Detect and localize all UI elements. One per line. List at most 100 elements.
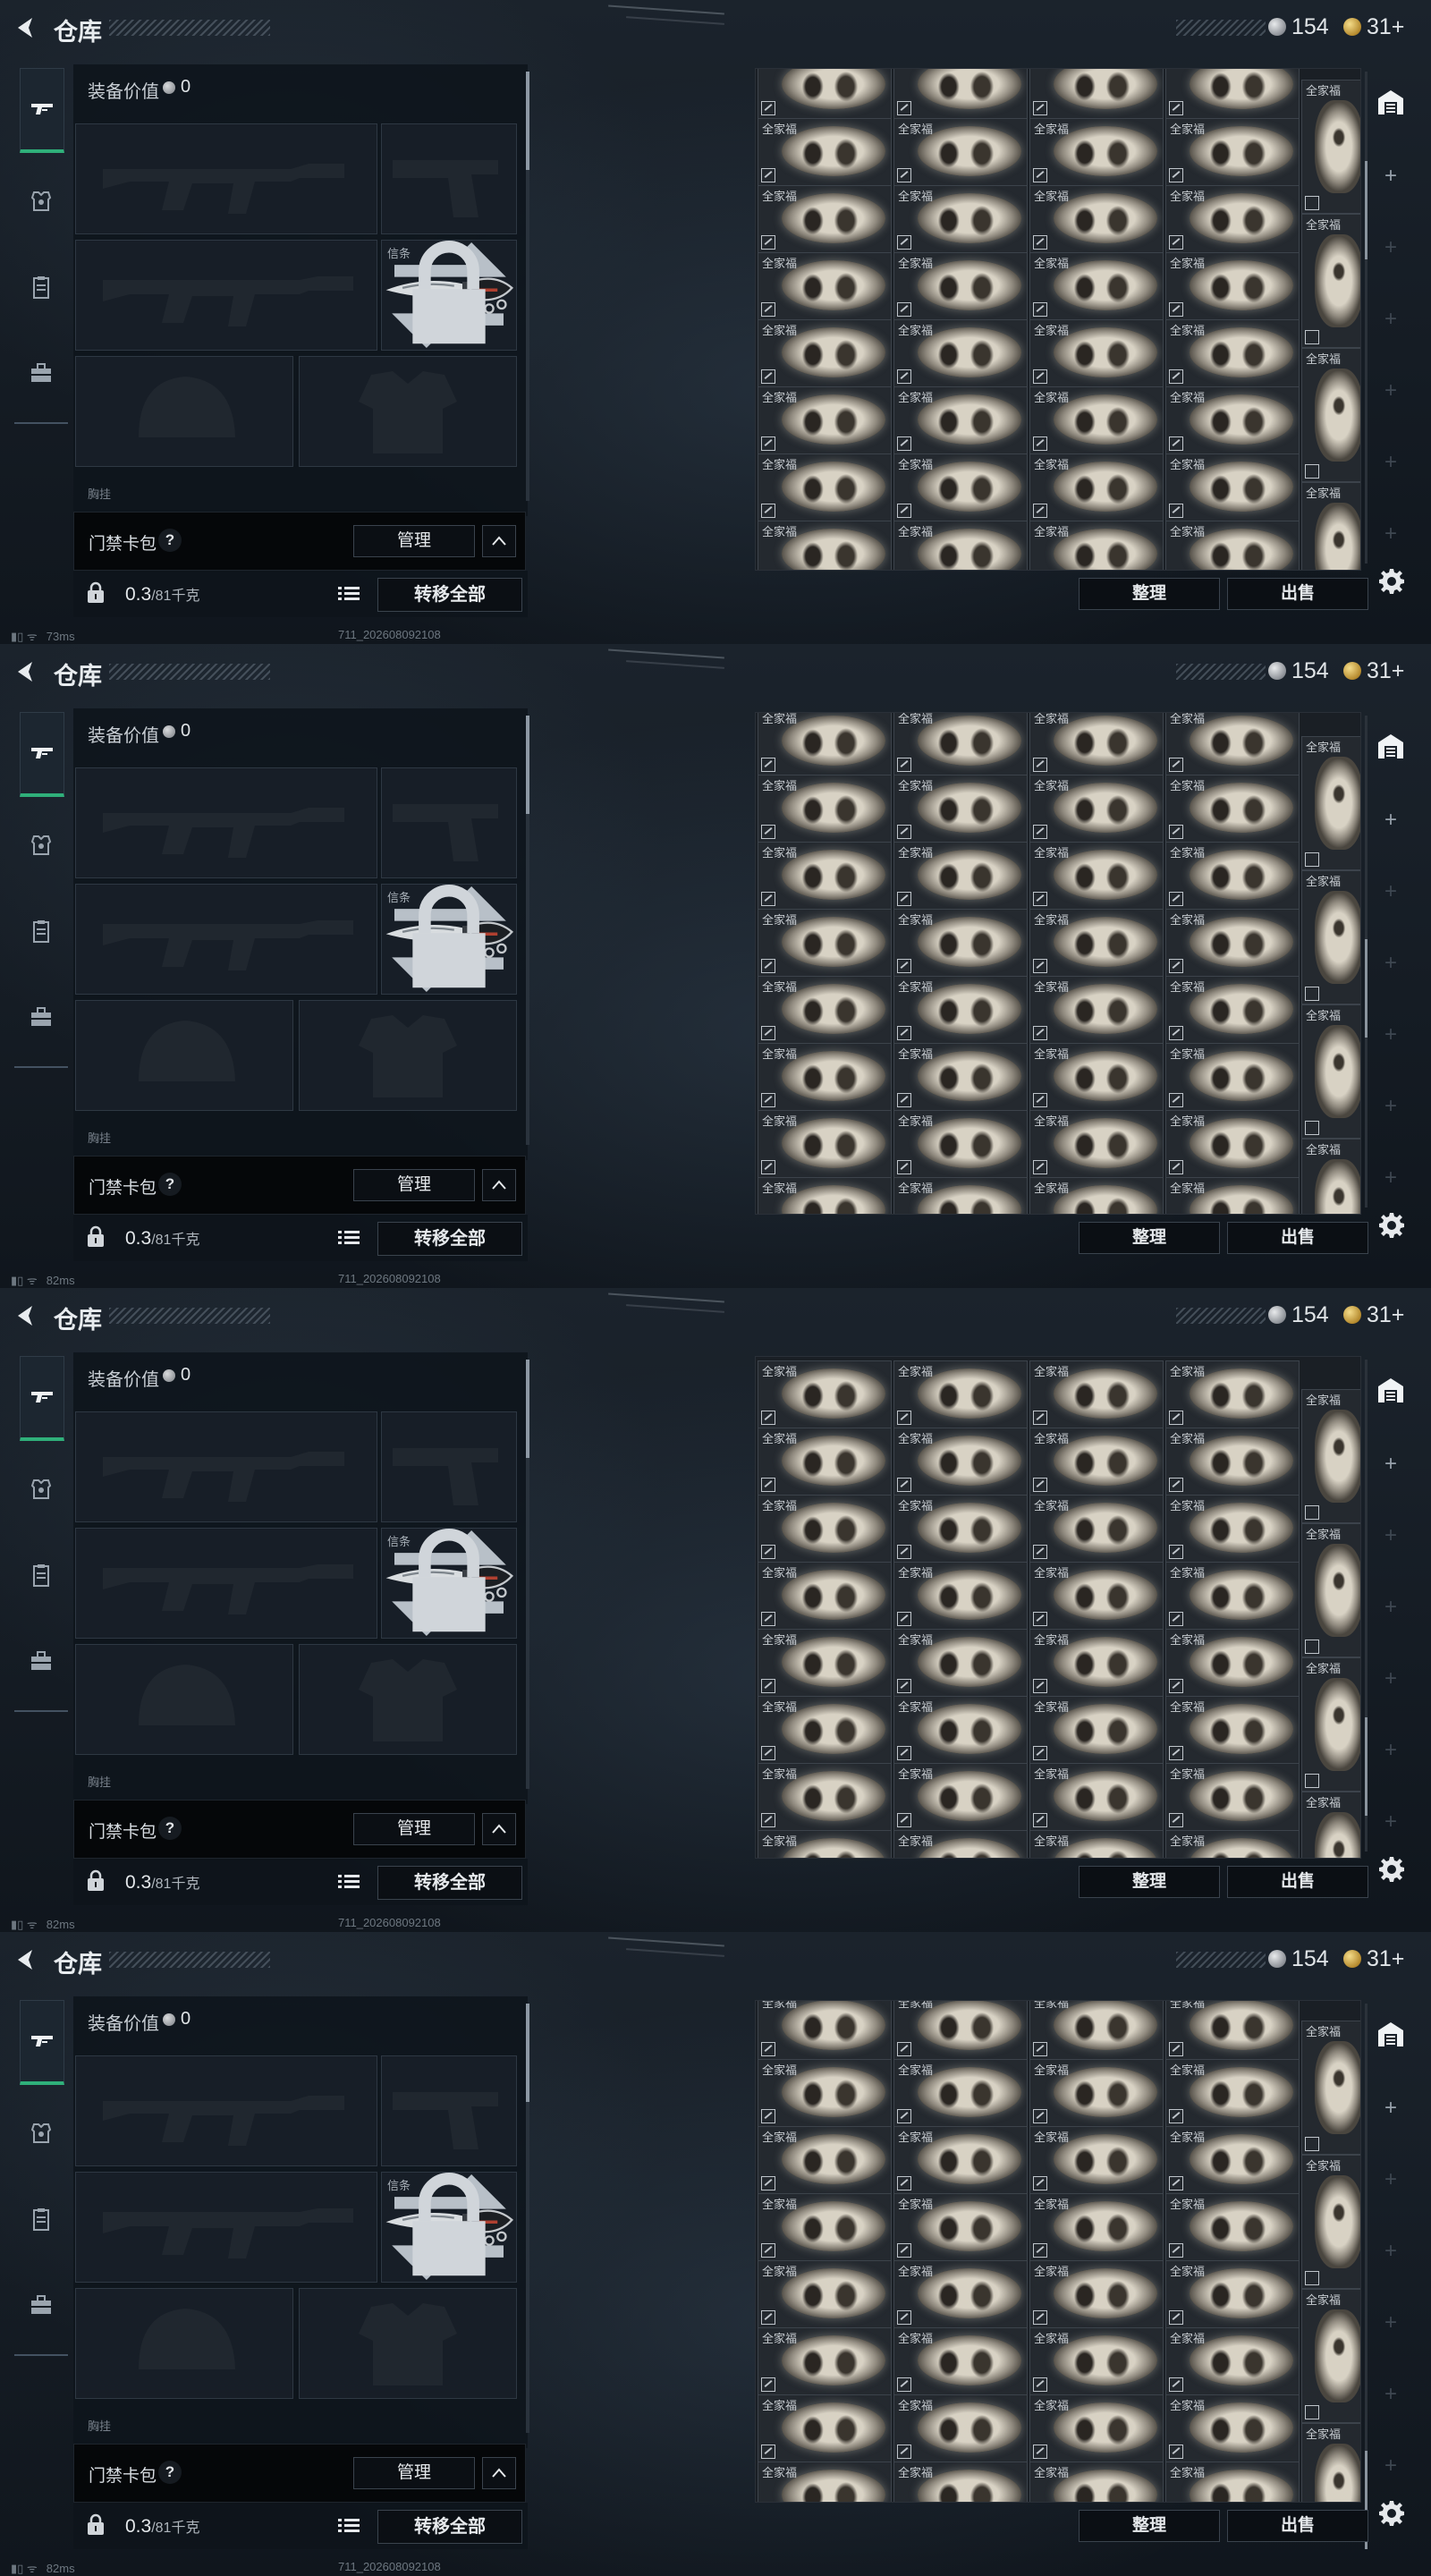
add-stash-icon[interactable]: + xyxy=(1383,881,1399,902)
back-arrow-icon[interactable] xyxy=(13,1946,39,1973)
stash-item-family-photo[interactable]: 全家福 xyxy=(1165,521,1300,570)
gold-currency-amount[interactable]: 31+ xyxy=(1367,658,1404,684)
nav-item-supplies[interactable] xyxy=(20,256,63,318)
gold-currency-amount[interactable]: 31+ xyxy=(1367,14,1404,40)
stash-item-family-photo[interactable]: 全家福 xyxy=(758,1629,892,1697)
add-stash-icon[interactable]: + xyxy=(1383,380,1399,402)
sell-button[interactable]: 出售 xyxy=(1227,1866,1368,1898)
sort-button[interactable]: 整理 xyxy=(1079,578,1220,610)
stash-item-family-photo[interactable]: 全家福 xyxy=(1029,319,1164,387)
stash-item-family-photo[interactable]: 全家福 xyxy=(1029,713,1164,775)
add-stash-icon[interactable]: + xyxy=(1383,1811,1399,1833)
stash-item-family-photo[interactable]: 全家福 xyxy=(1165,252,1300,320)
stash-item-family-photo[interactable]: 全家福 xyxy=(1029,2059,1164,2127)
stash-item-family-photo[interactable]: 全家福 xyxy=(1029,2260,1164,2328)
stash-item-family-photo[interactable]: 全家福 xyxy=(1165,2126,1300,2194)
sell-button[interactable]: 出售 xyxy=(1227,2510,1368,2542)
stash-item-family-photo[interactable]: 全家福 xyxy=(1165,909,1300,977)
stash-item-family-photo[interactable]: 全家福 xyxy=(893,1629,1028,1697)
gold-currency-amount[interactable]: 31+ xyxy=(1367,1302,1404,1328)
stash-item-family-photo[interactable]: 全家福 xyxy=(758,118,892,186)
stash-item-family-photo[interactable]: 全家福 xyxy=(758,252,892,320)
stash-item-family-photo[interactable]: 全家福 xyxy=(893,2193,1028,2261)
secondary-weapon-slot[interactable] xyxy=(75,884,377,995)
stash-item-family-photo[interactable]: 全家福 xyxy=(893,185,1028,253)
stash-item-family-photo[interactable]: 全家福 xyxy=(893,1428,1028,1496)
stash-item-family-photo[interactable]: 全家福 xyxy=(1165,1428,1300,1496)
stash-item-family-photo[interactable]: 全家福 xyxy=(758,185,892,253)
stash-item-family-photo[interactable]: 全家福 xyxy=(758,2462,892,2502)
stash-item-family-photo[interactable]: 全家福 xyxy=(893,118,1028,186)
stash-item-family-photo[interactable]: 全家福 xyxy=(758,521,892,570)
stash-item-family-photo[interactable]: 全家福 xyxy=(1165,2001,1300,2060)
back-arrow-icon[interactable] xyxy=(13,1302,39,1329)
stash-item-family-photo[interactable]: 全家福 xyxy=(1029,2394,1164,2462)
stash-item-family-photo[interactable]: 全家福 xyxy=(1165,1110,1300,1178)
add-stash-icon[interactable]: + xyxy=(1383,1024,1399,1046)
stash-item-family-photo[interactable]: 全家福 xyxy=(1165,386,1300,454)
add-stash-icon[interactable]: + xyxy=(1383,237,1399,258)
list-icon[interactable] xyxy=(338,1229,360,1247)
stash-scrollbar[interactable] xyxy=(1365,72,1367,564)
nav-item-armor[interactable] xyxy=(20,814,63,877)
stash-item-family-photo[interactable]: 全家福 xyxy=(1165,976,1300,1044)
manage-button[interactable]: 管理 xyxy=(353,2457,475,2489)
gear-icon[interactable] xyxy=(1377,2499,1406,2528)
stash-item-family-photo[interactable]: 全家福 xyxy=(1029,69,1164,119)
nav-item-bags[interactable] xyxy=(20,2274,63,2336)
stash-item-family-photo-portrait[interactable]: 全家福 xyxy=(1301,2423,1360,2502)
collapse-button[interactable] xyxy=(482,525,516,557)
stash-item-family-photo[interactable]: 全家福 xyxy=(758,1110,892,1178)
stash-item-family-photo[interactable]: 全家福 xyxy=(893,1043,1028,1111)
melee-slot[interactable]: 信条 xyxy=(381,884,517,995)
help-icon[interactable]: ? xyxy=(158,529,182,552)
stash-scrollbar[interactable] xyxy=(1365,2004,1367,2549)
stash-item-family-photo-portrait[interactable]: 全家福 xyxy=(1301,736,1360,870)
primary-weapon-slot[interactable] xyxy=(75,1411,377,1522)
back-arrow-icon[interactable] xyxy=(13,14,39,41)
help-icon[interactable]: ? xyxy=(158,1173,182,1196)
primary-weapon-slot[interactable] xyxy=(75,767,377,878)
collapse-button[interactable] xyxy=(482,2457,516,2489)
gear-icon[interactable] xyxy=(1377,1211,1406,1240)
add-stash-icon[interactable]: + xyxy=(1383,2384,1399,2405)
sort-button[interactable]: 整理 xyxy=(1079,1866,1220,1898)
pistol-slot[interactable] xyxy=(381,1411,517,1522)
transfer-all-button[interactable]: 转移全部 xyxy=(377,1866,522,1900)
stash-item-family-photo[interactable]: 全家福 xyxy=(893,1495,1028,1563)
transfer-all-button[interactable]: 转移全部 xyxy=(377,578,522,612)
warehouse-icon[interactable] xyxy=(1376,1376,1406,1406)
nav-item-supplies[interactable] xyxy=(20,2188,63,2250)
stash-item-family-photo-portrait[interactable]: 全家福 xyxy=(1301,1004,1360,1139)
list-icon[interactable] xyxy=(338,585,360,603)
help-icon[interactable]: ? xyxy=(158,2461,182,2484)
stash-item-family-photo[interactable]: 全家福 xyxy=(1029,1629,1164,1697)
nav-item-armor[interactable] xyxy=(20,170,63,233)
stash-item-family-photo[interactable]: 全家福 xyxy=(1029,2126,1164,2194)
stash-item-family-photo[interactable]: 全家福 xyxy=(893,2001,1028,2060)
stash-item-family-photo[interactable]: 全家福 xyxy=(1165,1562,1300,1630)
collapse-button[interactable] xyxy=(482,1813,516,1845)
stash-scrollbar[interactable] xyxy=(1365,1360,1367,1852)
stash-item-family-photo[interactable]: 全家福 xyxy=(1165,842,1300,910)
transfer-all-button[interactable]: 转移全部 xyxy=(377,2510,522,2544)
stash-item-family-photo[interactable]: 全家福 xyxy=(758,2394,892,2462)
stash-item-family-photo[interactable]: 全家福 xyxy=(1165,2059,1300,2127)
body-armor-slot[interactable] xyxy=(299,356,517,467)
stash-item-family-photo[interactable]: 全家福 xyxy=(1029,1043,1164,1111)
stash-item-family-photo[interactable]: 全家福 xyxy=(1165,1763,1300,1831)
stash-item-family-photo[interactable]: 全家福 xyxy=(1029,976,1164,1044)
secondary-weapon-slot[interactable] xyxy=(75,1528,377,1639)
add-stash-icon[interactable]: + xyxy=(1383,2312,1399,2334)
sort-button[interactable]: 整理 xyxy=(1079,2510,1220,2542)
stash-item-family-photo[interactable]: 全家福 xyxy=(1029,1428,1164,1496)
stash-item-family-photo[interactable]: 全家福 xyxy=(893,909,1028,977)
stash-item-family-photo[interactable]: 全家福 xyxy=(1029,521,1164,570)
stash-item-family-photo[interactable]: 全家福 xyxy=(893,1360,1028,1428)
warehouse-icon[interactable] xyxy=(1376,88,1406,118)
stash-item-family-photo[interactable]: 全家福 xyxy=(1165,2394,1300,2462)
stash-item-family-photo-portrait[interactable]: 全家福 xyxy=(1301,1139,1360,1214)
stash-item-family-photo-portrait[interactable]: 全家福 xyxy=(1301,80,1360,214)
stash-item-family-photo[interactable]: 全家福 xyxy=(893,386,1028,454)
pistol-slot[interactable] xyxy=(381,123,517,234)
